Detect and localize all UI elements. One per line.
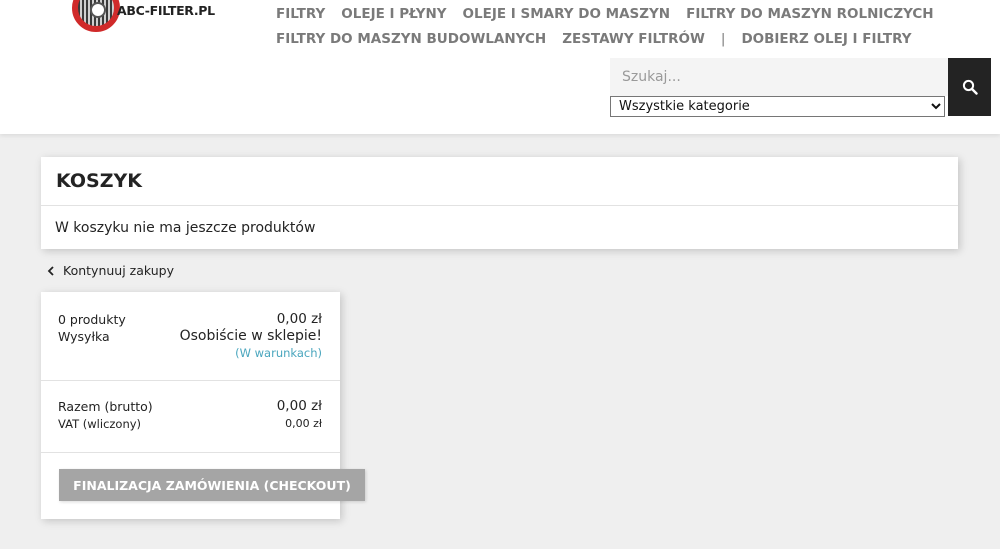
products-count-label: 0 produkty [58,312,126,327]
checkout-button[interactable]: FINALIZACJA ZAMÓWIENIA (CHECKOUT) [59,469,365,501]
page-title: KOSZYK [56,170,142,192]
category-select[interactable]: Wszystkie kategorie [610,96,945,117]
nav-item-filtry-budowlane[interactable]: FILTRY DO MASZYN BUDOWLANYCH [268,30,554,48]
nav-item-dobierz-olej[interactable]: DOBIERZ OLEJ I FILTRY [733,30,919,48]
nav-item-zestawy-filtrow[interactable]: ZESTAWY FILTRÓW [554,30,713,48]
nav-item-filtry[interactable]: FILTRY [268,5,333,23]
divider [41,205,958,206]
site-logo[interactable]: ABC-FILTER.PL [70,0,215,40]
search-button[interactable] [948,58,991,116]
cart-empty-message: W koszyku nie ma jeszcze produktów [55,220,316,236]
site-header: ABC-FILTER.PL FILTRY OLEJE I PŁYNY OLEJE… [0,0,1000,134]
shipping-label: Wysyłka [58,329,110,344]
main-nav-row-2: FILTRY DO MASZYN BUDOWLANYCH ZESTAWY FIL… [268,30,920,48]
total-value: 0,00 zł [276,398,322,414]
nav-item-oleje-i-smary[interactable]: OLEJE I SMARY DO MASZYN [455,5,679,23]
cart-summary: 0 produkty 0,00 zł Wysyłka Osobiście w s… [41,292,365,519]
nav-separator: | [720,31,726,47]
total-label: Razem (brutto) [58,399,153,414]
divider [41,452,340,453]
search-icon [962,79,978,95]
shipping-value: Osobiście w sklepie! [179,328,322,344]
search-box [610,58,948,96]
logo-text: ABC-FILTER.PL [117,3,215,18]
main-nav-row-1: FILTRY OLEJE I PŁYNY OLEJE I SMARY DO MA… [268,5,942,23]
vat-label: VAT (wliczony) [58,417,142,431]
filter-logo-icon [72,0,120,32]
continue-shopping-label: Kontynuuj zakupy [63,263,174,278]
chevron-left-icon [47,265,59,276]
nav-item-filtry-rolnicze[interactable]: FILTRY DO MASZYN ROLNICZYCH [678,5,942,23]
products-value: 0,00 zł [276,311,322,327]
nav-item-oleje-i-plyny[interactable]: OLEJE I PŁYNY [333,5,454,23]
search-input[interactable] [610,58,948,96]
vat-value: 0,00 zł [285,417,322,430]
continue-shopping-link[interactable]: Kontynuuj zakupy [47,263,174,278]
cart-panel: KOSZYK W koszyku nie ma jeszcze produktó… [41,157,958,249]
divider [41,380,340,381]
shipping-conditions-link[interactable]: (W warunkach) [235,346,322,360]
